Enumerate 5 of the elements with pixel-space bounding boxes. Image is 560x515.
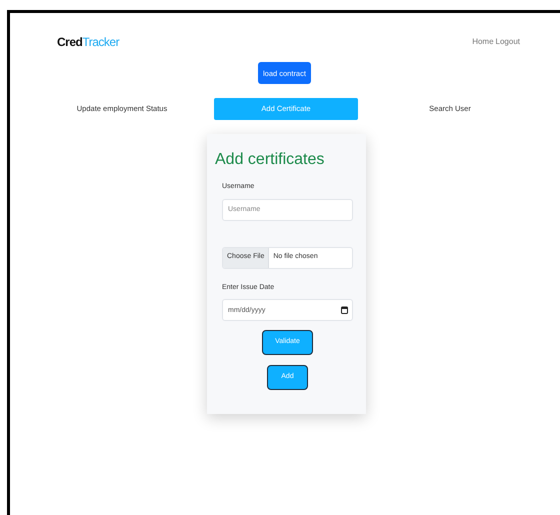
form-title: Add certificates [215, 150, 326, 170]
nav-link[interactable]: Logout [496, 36, 520, 48]
brand-logo[interactable]: CredTracker [57, 33, 120, 51]
calendar-icon[interactable] [341, 306, 348, 314]
nav-link[interactable]: Home [472, 36, 494, 48]
